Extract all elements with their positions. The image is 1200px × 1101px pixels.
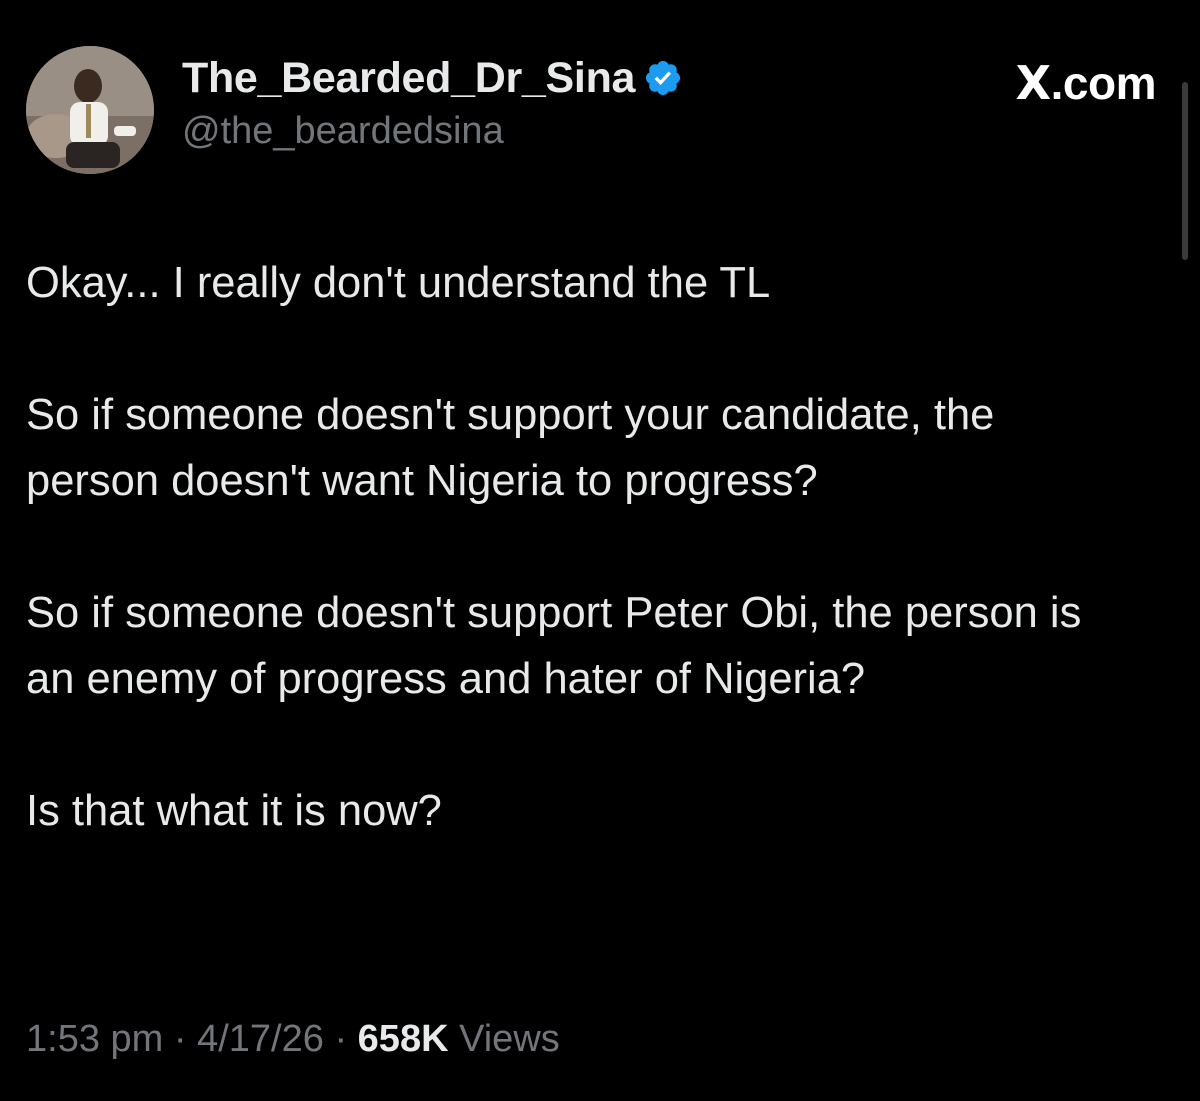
x-logo-icon: X bbox=[1015, 56, 1051, 110]
tweet-paragraph-4: Is that what it is now? bbox=[26, 787, 442, 835]
tweet-time[interactable]: 1:53 pm bbox=[26, 1018, 163, 1060]
tweet-card: The_Bearded_Dr_Sina @the_beardedsina X.c… bbox=[0, 0, 1200, 1101]
tweet-text: Okay... I really don't understand the TL… bbox=[26, 250, 1156, 844]
tweet-paragraph-2-text: So if someone doesn't support your candi… bbox=[26, 391, 995, 505]
scrollbar[interactable] bbox=[1182, 82, 1188, 260]
tweet-date[interactable]: 4/17/26 bbox=[197, 1018, 324, 1060]
display-name-row: The_Bearded_Dr_Sina bbox=[182, 50, 683, 106]
views-label: Views bbox=[459, 1018, 560, 1060]
author-names: The_Bearded_Dr_Sina @the_beardedsina bbox=[182, 50, 683, 153]
views-count[interactable]: 658K bbox=[358, 1018, 449, 1060]
avatar-photo-icon bbox=[26, 46, 154, 174]
brand-domain: .com bbox=[1050, 57, 1157, 109]
avatar[interactable] bbox=[26, 46, 154, 174]
display-name[interactable]: The_Bearded_Dr_Sina bbox=[182, 54, 635, 103]
verified-badge-icon bbox=[643, 58, 683, 98]
tweet-metadata: 1:53 pm · 4/17/26 · 658K Views bbox=[26, 1018, 560, 1061]
tweet-paragraph-1: Okay... I really don't understand the TL bbox=[26, 259, 771, 307]
tweet-paragraph-2: So if someone doesn't support your candi… bbox=[26, 382, 1126, 514]
tweet-paragraph-3: So if someone doesn't support Peter Obi,… bbox=[26, 580, 1086, 712]
tweet-header: The_Bearded_Dr_Sina @the_beardedsina X.c… bbox=[26, 46, 1157, 176]
meta-separator: · bbox=[334, 1018, 348, 1060]
author-handle[interactable]: @the_beardedsina bbox=[182, 110, 683, 153]
brand-watermark: X.com bbox=[1015, 56, 1157, 110]
meta-separator: · bbox=[173, 1018, 187, 1060]
tweet-paragraph-3-text: So if someone doesn't support Peter Obi,… bbox=[26, 589, 1082, 703]
